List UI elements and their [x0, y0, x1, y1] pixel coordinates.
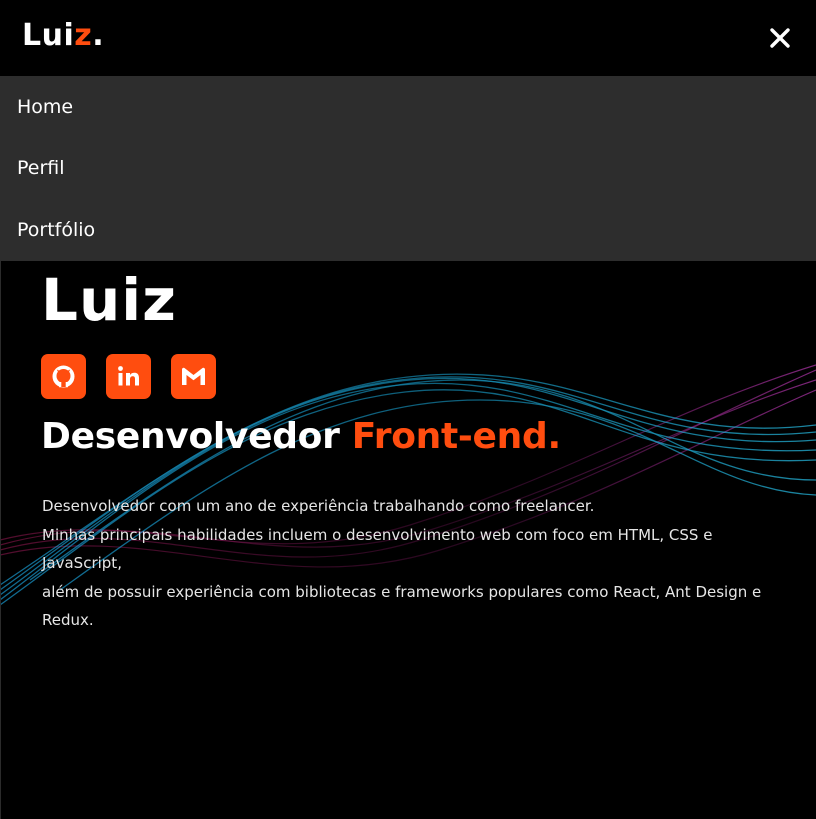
bio-line: Desenvolvedor com um ano de experiência … [42, 497, 595, 515]
logo-text: Lui [22, 18, 75, 53]
linkedin-link[interactable] [106, 354, 151, 399]
logo-accent: z [74, 18, 93, 53]
github-link[interactable] [41, 354, 86, 399]
site-logo[interactable]: Luiz. [22, 16, 104, 56]
hero-name: Luiz [41, 266, 177, 334]
menu-item-portfolio[interactable]: Portfólio [17, 218, 95, 242]
menu-item-home[interactable]: Home [17, 95, 73, 119]
page: Luiz. Home Perfil Portfólio Luiz Desenvo… [0, 0, 816, 819]
hero-bio: Desenvolvedor com um ano de experiência … [42, 492, 772, 635]
bio-line: além de possuir experiência com bibliote… [42, 582, 762, 630]
bio-line: Minhas principais habilidades incluem o … [42, 525, 713, 573]
headline-accent: Front-end. [351, 416, 561, 457]
headline-main: Desenvolvedor [41, 416, 340, 457]
gmail-icon [182, 367, 205, 385]
hero-headline: Desenvolvedor Front-end. [41, 412, 561, 462]
close-menu-button[interactable] [766, 24, 794, 52]
github-icon [52, 365, 75, 388]
linkedin-icon [118, 366, 139, 386]
top-bar: Luiz. [0, 0, 816, 76]
logo-dot: . [92, 18, 105, 53]
nav-menu: Home Perfil Portfólio [0, 76, 816, 261]
gmail-link[interactable] [171, 354, 216, 399]
menu-item-perfil[interactable]: Perfil [17, 156, 65, 180]
close-icon [770, 28, 790, 48]
